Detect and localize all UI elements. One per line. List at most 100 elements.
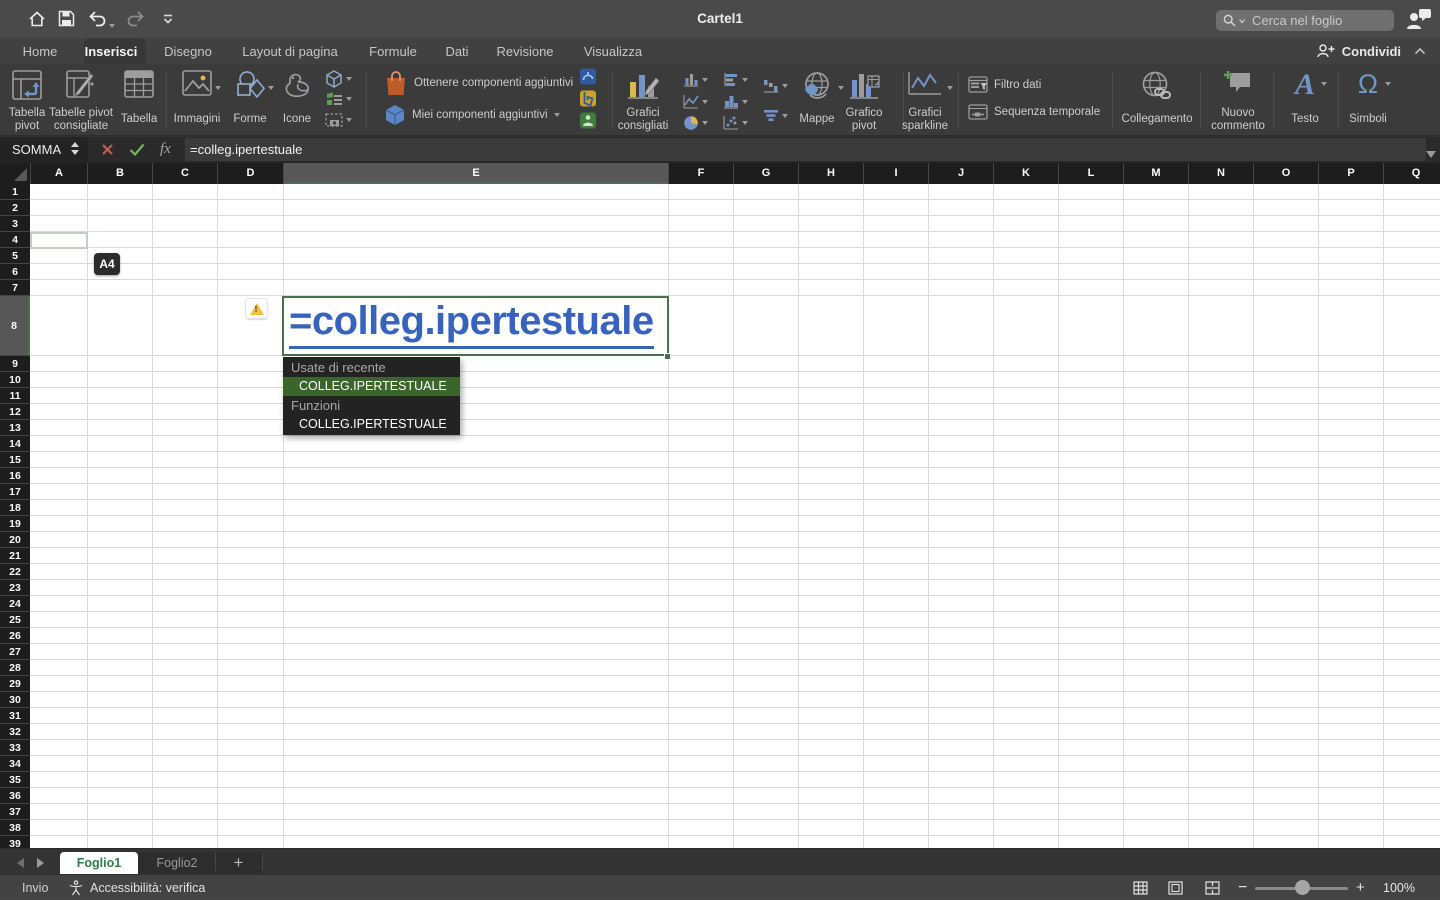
row-header-11[interactable]: 11 (0, 388, 30, 404)
row-header-14[interactable]: 14 (0, 436, 30, 452)
formula-input-field[interactable] (184, 138, 1426, 161)
menu-tab-formule[interactable]: Formule (369, 38, 417, 64)
contacts-icon[interactable] (1406, 8, 1432, 30)
row-header-17[interactable]: 17 (0, 484, 30, 500)
column-header-N[interactable]: N (1188, 163, 1253, 184)
column-header-C[interactable]: C (152, 163, 217, 184)
row-header-23[interactable]: 23 (0, 580, 30, 596)
menu-tab-visualizza[interactable]: Visualizza (584, 38, 642, 64)
zoom-in-button[interactable]: + (1356, 875, 1365, 900)
zoom-slider-handle[interactable] (1295, 880, 1310, 895)
row-header-31[interactable]: 31 (0, 708, 30, 724)
zoom-percentage[interactable]: 100% (1383, 875, 1415, 900)
omega-button[interactable] (1342, 66, 1394, 132)
chart-histogram-button[interactable] (723, 94, 748, 109)
row-header-34[interactable]: 34 (0, 756, 30, 772)
row-header-7[interactable]: 7 (0, 280, 30, 296)
row-header-3[interactable]: 3 (0, 216, 30, 232)
sheet-scroll-left-icon[interactable] (17, 858, 24, 868)
formula-bar-expand-icon[interactable] (1426, 146, 1436, 164)
chart-scatter-button[interactable] (723, 115, 748, 130)
chart-waterfall-button[interactable] (763, 78, 788, 93)
row-header-33[interactable]: 33 (0, 740, 30, 756)
row-header-28[interactable]: 28 (0, 660, 30, 676)
fill-handle[interactable] (664, 353, 671, 360)
sheet-grid[interactable]: 1234567891011121314151617181920212223242… (0, 184, 1440, 848)
smartart-button[interactable] (325, 91, 352, 107)
column-header-M[interactable]: M (1123, 163, 1188, 184)
share-button[interactable]: Condividi (1317, 38, 1426, 64)
row-header-37[interactable]: 37 (0, 804, 30, 820)
timeline-button[interactable]: Sequenza temporale (968, 104, 1100, 120)
my-addins-button[interactable]: Miei componenti aggiuntivi (384, 104, 560, 126)
menu-tab-disegno[interactable]: Disegno (164, 38, 212, 64)
row-header-13[interactable]: 13 (0, 420, 30, 436)
row-header-1[interactable]: 1 (0, 184, 30, 200)
row-header-22[interactable]: 22 (0, 564, 30, 580)
row-header-38[interactable]: 38 (0, 820, 30, 836)
normal-view-icon[interactable] (1133, 881, 1148, 895)
cell-editor[interactable]: =colleg.ipertestuale (282, 296, 669, 356)
column-header-A[interactable]: A (30, 163, 87, 184)
menu-tab-revisione[interactable]: Revisione (496, 38, 553, 64)
name-box[interactable]: SOMMA (12, 137, 61, 162)
row-header-12[interactable]: 12 (0, 404, 30, 420)
row-header-29[interactable]: 29 (0, 676, 30, 692)
row-header-18[interactable]: 18 (0, 500, 30, 516)
row-header-16[interactable]: 16 (0, 468, 30, 484)
row-header-27[interactable]: 27 (0, 644, 30, 660)
shapes-button[interactable] (228, 66, 273, 132)
column-header-K[interactable]: K (993, 163, 1058, 184)
menu-tab-dati[interactable]: Dati (445, 38, 468, 64)
column-header-E[interactable]: E (283, 163, 668, 184)
text-A-button[interactable] (1283, 66, 1327, 132)
row-header-5[interactable]: 5 (0, 248, 30, 264)
error-checking-button[interactable] (245, 298, 268, 319)
chart-column-button[interactable] (683, 72, 708, 87)
row-header-24[interactable]: 24 (0, 596, 30, 612)
chart-line-button[interactable] (683, 94, 708, 109)
row-header-30[interactable]: 30 (0, 692, 30, 708)
row-header-32[interactable]: 32 (0, 724, 30, 740)
images-button[interactable] (165, 66, 229, 132)
page-layout-view-icon[interactable] (1168, 881, 1183, 895)
insert-function-button[interactable]: fx (160, 137, 171, 162)
column-header-Q[interactable]: Q (1383, 163, 1440, 184)
column-header-O[interactable]: O (1253, 163, 1318, 184)
page-break-view-icon[interactable] (1205, 881, 1220, 895)
column-header-L[interactable]: L (1058, 163, 1123, 184)
row-header-10[interactable]: 10 (0, 372, 30, 388)
autocomplete-option[interactable]: COLLEG.IPERTESTUALE (283, 377, 460, 396)
slicer-button[interactable]: Filtro dati (968, 76, 1041, 93)
zoom-out-button[interactable]: − (1238, 875, 1247, 900)
row-header-20[interactable]: 20 (0, 532, 30, 548)
link-globe-button[interactable] (1113, 66, 1201, 132)
accessibility-status[interactable]: Accessibilità: verifica (90, 875, 205, 900)
row-header-35[interactable]: 35 (0, 772, 30, 788)
new-comment-button[interactable] (1206, 66, 1270, 132)
autocomplete-option[interactable]: COLLEG.IPERTESTUALE (283, 415, 460, 434)
chart-pie-button[interactable] (683, 115, 708, 131)
chart-bar-button[interactable] (723, 72, 748, 87)
people-graph-icon[interactable] (580, 112, 597, 129)
column-header-F[interactable]: F (668, 163, 733, 184)
row-header-21[interactable]: 21 (0, 548, 30, 564)
sheet-tab-foglio2[interactable]: Foglio2 (138, 852, 216, 875)
row-header-9[interactable]: 9 (0, 356, 30, 372)
row-header-26[interactable]: 26 (0, 628, 30, 644)
bing-maps-icon[interactable] (580, 90, 597, 107)
menu-tab-inserisci[interactable]: Inserisci (85, 38, 138, 64)
row-header-19[interactable]: 19 (0, 516, 30, 532)
row-header-2[interactable]: 2 (0, 200, 30, 216)
column-header-H[interactable]: H (798, 163, 863, 184)
recommended-charts-button[interactable] (602, 66, 684, 132)
column-header-G[interactable]: G (733, 163, 798, 184)
table-button[interactable] (110, 66, 167, 132)
add-sheet-button[interactable]: + (215, 852, 262, 875)
icons-duck-button[interactable] (274, 66, 320, 132)
row-header-4[interactable]: 4 (0, 232, 30, 248)
sheet-scroll-right-icon[interactable] (37, 858, 44, 868)
screenshot-button[interactable] (325, 112, 352, 128)
menu-tab-home[interactable]: Home (23, 38, 58, 64)
3d-model-button[interactable] (325, 70, 352, 88)
